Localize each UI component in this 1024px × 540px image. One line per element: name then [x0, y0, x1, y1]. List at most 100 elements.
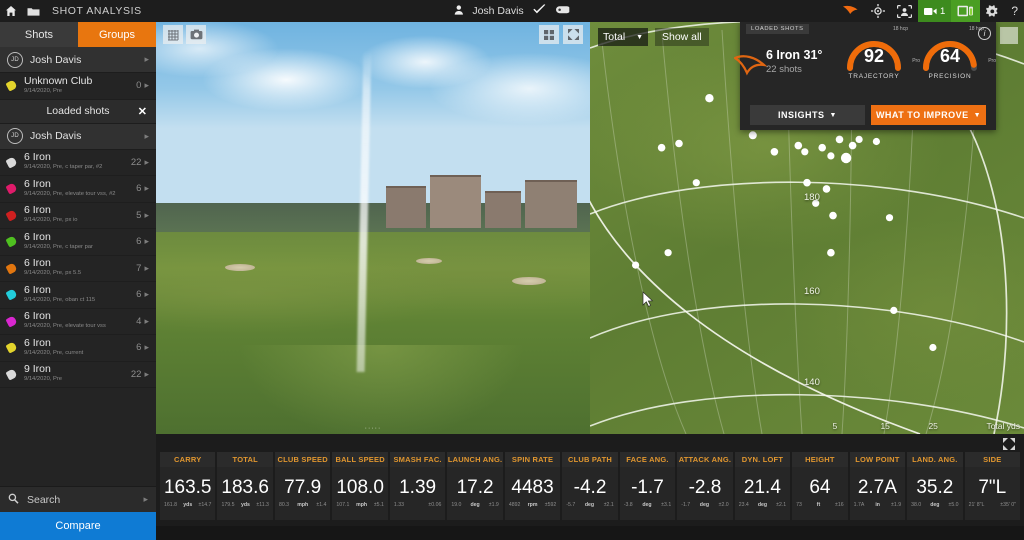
- search-icon: [8, 491, 19, 509]
- club-shot-count: 6: [136, 289, 142, 301]
- shot-point[interactable]: [657, 143, 666, 152]
- shot-point[interactable]: [855, 135, 863, 143]
- shot-point[interactable]: [872, 137, 880, 146]
- card-shot-count: 22 shots: [766, 64, 802, 75]
- stat-value: 7"L: [978, 477, 1007, 498]
- tab-groups[interactable]: Groups: [78, 22, 156, 47]
- sidebar-user-row[interactable]: JD Josh Davis ▸: [0, 47, 156, 73]
- shot-point[interactable]: [827, 248, 835, 257]
- trackman-logo-icon: [732, 50, 768, 84]
- shot-point[interactable]: [664, 249, 672, 257]
- shot-point[interactable]: [705, 94, 714, 103]
- list-item-club[interactable]: 9 Iron 9/14/2020, Pre 22 ▸: [0, 361, 156, 388]
- shot-point[interactable]: [827, 152, 835, 160]
- trackman-logo-icon[interactable]: [836, 0, 865, 22]
- list-item-club[interactable]: 6 Iron 9/14/2020, Pre, px 5.5 7 ▸: [0, 255, 156, 282]
- sidebar-user-name: Josh Davis: [30, 53, 82, 66]
- status-bar: [156, 526, 1024, 540]
- compare-button[interactable]: Compare: [0, 512, 156, 540]
- list-item-club[interactable]: 6 Iron 9/14/2020, Pre, px io 5 ▸: [0, 202, 156, 229]
- list-item-unknown-club[interactable]: Unknown Club 9/14/2020, Pre 0 ▸: [0, 73, 156, 100]
- stat-header: LAUNCH ANG.: [447, 452, 503, 467]
- chevron-right-icon: ▸: [144, 315, 149, 326]
- check-icon[interactable]: [533, 2, 547, 20]
- tag-icon[interactable]: [556, 2, 571, 20]
- tab-shots[interactable]: Shots: [0, 22, 78, 47]
- show-all-button[interactable]: Show all: [655, 28, 709, 46]
- what-to-improve-button[interactable]: WHAT TO IMPROVE ▼: [871, 105, 986, 125]
- shot-point[interactable]: [840, 152, 852, 164]
- gauge-value: 64: [939, 46, 961, 66]
- club-shot-count: 4: [136, 315, 142, 327]
- fairway-ground: [156, 232, 590, 434]
- chevron-down-icon: ▼: [973, 111, 982, 119]
- stat-deviation: ±1.9: [488, 502, 499, 508]
- stat-unit: mph: [356, 502, 368, 508]
- club-meta: 9/14/2020, Pre: [24, 87, 63, 94]
- stat-column: SIDE 7"L 21' 8"L ±35' 0": [964, 452, 1021, 520]
- plot-right-boundary: [961, 113, 1008, 434]
- shot-3d-view[interactable]: ·····: [156, 22, 590, 434]
- shot-point[interactable]: [818, 143, 826, 152]
- shot-point[interactable]: [801, 148, 809, 156]
- list-item-club[interactable]: 6 Iron 9/14/2020, Pre, c taper par 6 ▸: [0, 229, 156, 256]
- list-item-club[interactable]: 6 Iron 9/14/2020, Pre, current 6 ▸: [0, 335, 156, 362]
- club-name: 6 Iron: [24, 230, 51, 243]
- shot-point[interactable]: [803, 178, 811, 187]
- camera-person-icon[interactable]: [891, 0, 918, 22]
- video-count-label: 1: [940, 5, 946, 17]
- club-name: 6 Iron: [24, 177, 51, 190]
- stat-value: 108.0: [336, 477, 384, 498]
- sidebar-user-row-loaded[interactable]: JD Josh Davis ▸: [0, 123, 156, 150]
- home-icon[interactable]: [0, 0, 22, 22]
- chevron-right-icon: ▸: [144, 289, 149, 300]
- shot-point[interactable]: [848, 141, 857, 150]
- shot-point[interactable]: [890, 306, 898, 314]
- video-camera-status[interactable]: 1: [918, 0, 952, 22]
- shot-point[interactable]: [692, 179, 700, 187]
- shot-point[interactable]: [748, 131, 757, 140]
- club-color-tag: [5, 156, 18, 169]
- stat-column: ATTACK ANG. -2.8 -1.7 deg ±2.0: [677, 452, 733, 520]
- shot-point[interactable]: [632, 261, 640, 269]
- list-item-club[interactable]: 6 Iron 9/14/2020, Pre, elevate tour vss, …: [0, 176, 156, 203]
- list-item-club[interactable]: 6 Iron 9/14/2020, Pre, oban ct 115 6 ▸: [0, 282, 156, 309]
- close-icon[interactable]: ✕: [138, 105, 147, 118]
- tile-layout-icon[interactable]: [539, 25, 559, 44]
- list-item-club[interactable]: 6 Iron 9/14/2020, Pre, c taper par, #2 22 ▸: [0, 149, 156, 176]
- stat-header: LAND. ANG.: [907, 452, 963, 467]
- shot-point[interactable]: [929, 343, 937, 352]
- stat-min: -1.7: [681, 502, 691, 508]
- shot-point[interactable]: [770, 148, 779, 156]
- shot-point[interactable]: [885, 214, 894, 222]
- folder-icon[interactable]: [22, 0, 44, 22]
- panel-resize-handle[interactable]: ·····: [365, 425, 382, 432]
- info-icon[interactable]: i: [978, 27, 991, 40]
- grid-view-icon[interactable]: [163, 25, 183, 44]
- expand-icon[interactable]: [1002, 437, 1016, 456]
- help-icon[interactable]: ?: [1005, 0, 1024, 22]
- stat-min: 19.0: [451, 502, 462, 508]
- shot-point[interactable]: [794, 141, 803, 150]
- camera-view-icon[interactable]: [186, 25, 206, 44]
- gauge-value: 92: [863, 46, 885, 66]
- insights-button[interactable]: INSIGHTS ▼: [750, 105, 865, 125]
- plot-mode-select[interactable]: Total ▼: [598, 28, 648, 46]
- stat-column: BALL SPEED 108.0 107.1 mph ±5.1: [332, 452, 388, 520]
- shot-point[interactable]: [835, 135, 844, 144]
- stat-deviation: ±35' 0": [1000, 502, 1017, 508]
- search-input[interactable]: Search ▸: [0, 486, 156, 512]
- club-meta: 9/14/2020, Pre: [24, 376, 63, 383]
- stat-unit: rpm: [527, 502, 538, 508]
- shot-point[interactable]: [675, 139, 683, 148]
- target-icon[interactable]: [865, 0, 891, 22]
- club-name: 9 Iron: [24, 363, 51, 376]
- expand-icon[interactable]: [563, 25, 583, 44]
- device-battery-icon[interactable]: [951, 0, 981, 22]
- expand-icon[interactable]: [978, 27, 1018, 44]
- shot-point[interactable]: [822, 185, 831, 193]
- list-item-club[interactable]: 6 Iron 9/14/2020, Pre, elevate tour vss 4 ▸: [0, 308, 156, 335]
- gear-icon[interactable]: [980, 0, 1005, 22]
- shot-point[interactable]: [829, 211, 837, 220]
- stat-unit: in: [875, 502, 880, 508]
